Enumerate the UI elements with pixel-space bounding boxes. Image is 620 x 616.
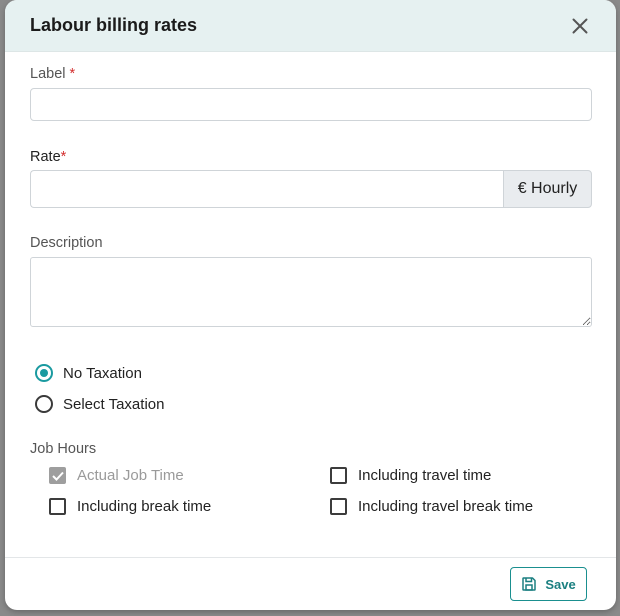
dialog-body: Label * Rate* € Hourly Description No Ta… — [5, 52, 616, 537]
label-field-label: Label * — [30, 66, 592, 82]
required-mark: * — [60, 149, 67, 165]
label-field-label-text: Label — [30, 66, 66, 82]
save-button[interactable]: Save — [510, 567, 587, 601]
checkbox-actual-job-time: Actual Job Time — [49, 467, 184, 484]
description-textarea[interactable] — [30, 257, 592, 327]
rate-unit-addon: € Hourly — [503, 170, 592, 208]
checkbox-including-travel-time[interactable]: Including travel time — [330, 467, 491, 484]
checkbox-including-travel-break-time[interactable]: Including travel break time — [330, 498, 533, 515]
checkbox-label: Including travel break time — [358, 498, 534, 515]
dialog-title: Labour billing rates — [30, 15, 198, 35]
required-mark: * — [69, 66, 76, 82]
labour-billing-rates-dialog: Labour billing rates Label * Rate* € Hou… — [5, 0, 616, 610]
radio-label: Select Taxation — [63, 395, 165, 413]
checkmark-icon — [51, 471, 64, 481]
description-field-label: Description — [30, 235, 103, 251]
radio-button-checked[interactable] — [35, 364, 53, 382]
rate-field-label: Rate* — [30, 149, 592, 165]
radio-button[interactable] — [35, 395, 53, 413]
job-hours-heading: Job Hours — [30, 441, 97, 457]
save-icon — [522, 577, 537, 591]
checkbox-checked-disabled — [49, 467, 66, 484]
label-input[interactable] — [30, 88, 592, 121]
radio-label: No Taxation — [63, 364, 142, 382]
checkbox-label: Including travel time — [358, 467, 492, 484]
checkbox[interactable] — [49, 498, 66, 515]
checkbox-label: Including break time — [77, 498, 212, 515]
rate-input-group: € Hourly — [30, 170, 592, 208]
save-button-label: Save — [545, 576, 576, 592]
checkbox[interactable] — [330, 467, 347, 484]
job-hours-options: Actual Job Time Including travel time In… — [30, 467, 592, 537]
rate-field-label-text: Rate — [30, 149, 61, 165]
dialog-footer: Save — [5, 557, 616, 610]
rate-input[interactable] — [30, 170, 503, 208]
radio-select-taxation[interactable]: Select Taxation — [30, 392, 592, 416]
dialog-header: Labour billing rates — [5, 0, 616, 52]
close-icon — [572, 18, 588, 33]
checkbox-including-break-time[interactable]: Including break time — [49, 498, 211, 515]
checkbox[interactable] — [330, 498, 347, 515]
radio-no-taxation[interactable]: No Taxation — [30, 361, 592, 385]
close-button[interactable] — [568, 14, 592, 38]
checkbox-label: Actual Job Time — [77, 467, 184, 484]
